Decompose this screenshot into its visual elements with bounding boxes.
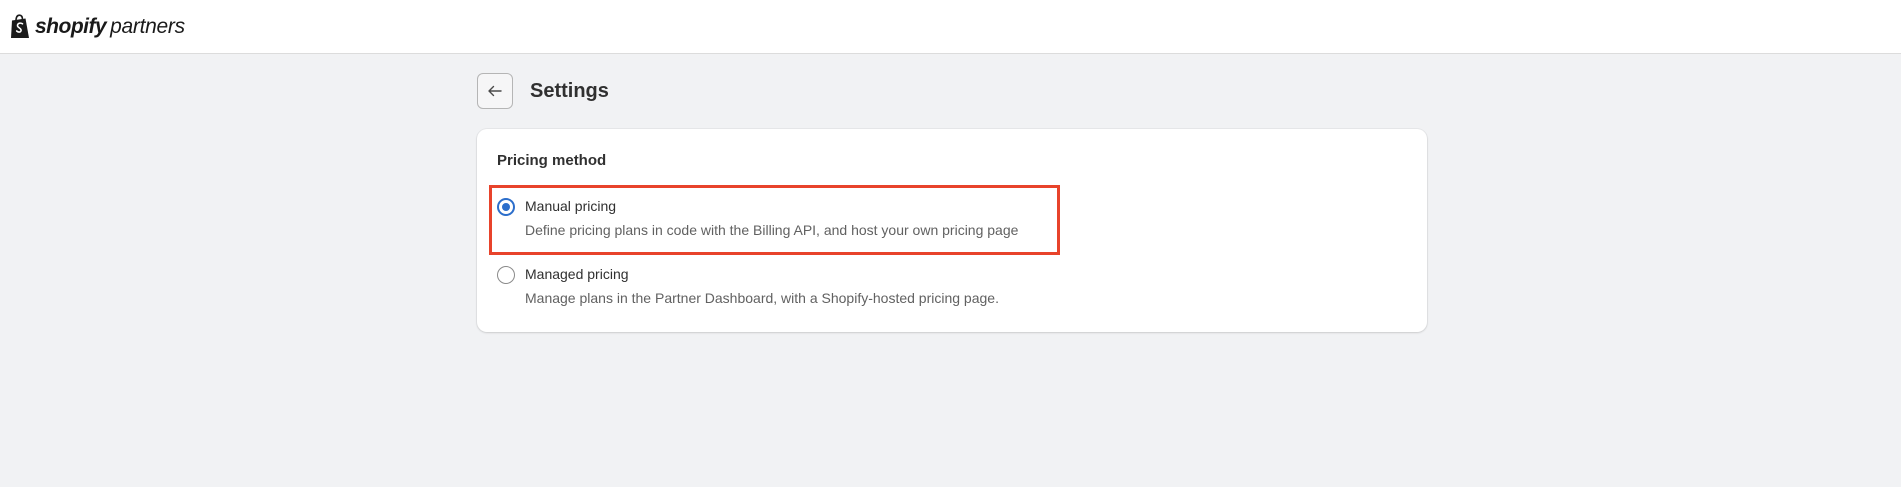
manual-pricing-help: Define pricing plans in code with the Bi…: [525, 222, 1019, 238]
managed-pricing-radio[interactable]: [497, 266, 515, 284]
manual-pricing-label[interactable]: Manual pricing: [525, 198, 1018, 215]
page-title: Settings: [530, 79, 609, 102]
manual-pricing-radio[interactable]: [497, 198, 515, 216]
brand-sub: partners: [110, 15, 185, 38]
manual-pricing-option[interactable]: Manual pricing Define pricing plans in c…: [497, 198, 1018, 239]
brand-word: shopify: [35, 15, 107, 38]
top-bar: shopify partners: [0, 0, 1901, 54]
page-header: Settings: [477, 73, 609, 109]
radio-selected-dot: [502, 203, 510, 211]
pricing-method-card: Pricing method Manual pricing Define pri…: [477, 129, 1427, 332]
managed-pricing-help: Manage plans in the Partner Dashboard, w…: [525, 290, 999, 306]
managed-pricing-option[interactable]: Managed pricing Manage plans in the Part…: [497, 266, 999, 307]
back-button[interactable]: [477, 73, 513, 109]
manual-pricing-text: Manual pricing Define pricing plans in c…: [525, 198, 1018, 239]
arrow-left-icon: [488, 85, 502, 97]
section-title: Pricing method: [497, 152, 607, 169]
managed-pricing-text: Managed pricing Manage plans in the Part…: [525, 266, 999, 307]
shopify-bag-icon: [11, 14, 29, 38]
shopify-partners-logo[interactable]: shopify partners: [8, 14, 185, 40]
managed-pricing-label[interactable]: Managed pricing: [525, 266, 999, 283]
